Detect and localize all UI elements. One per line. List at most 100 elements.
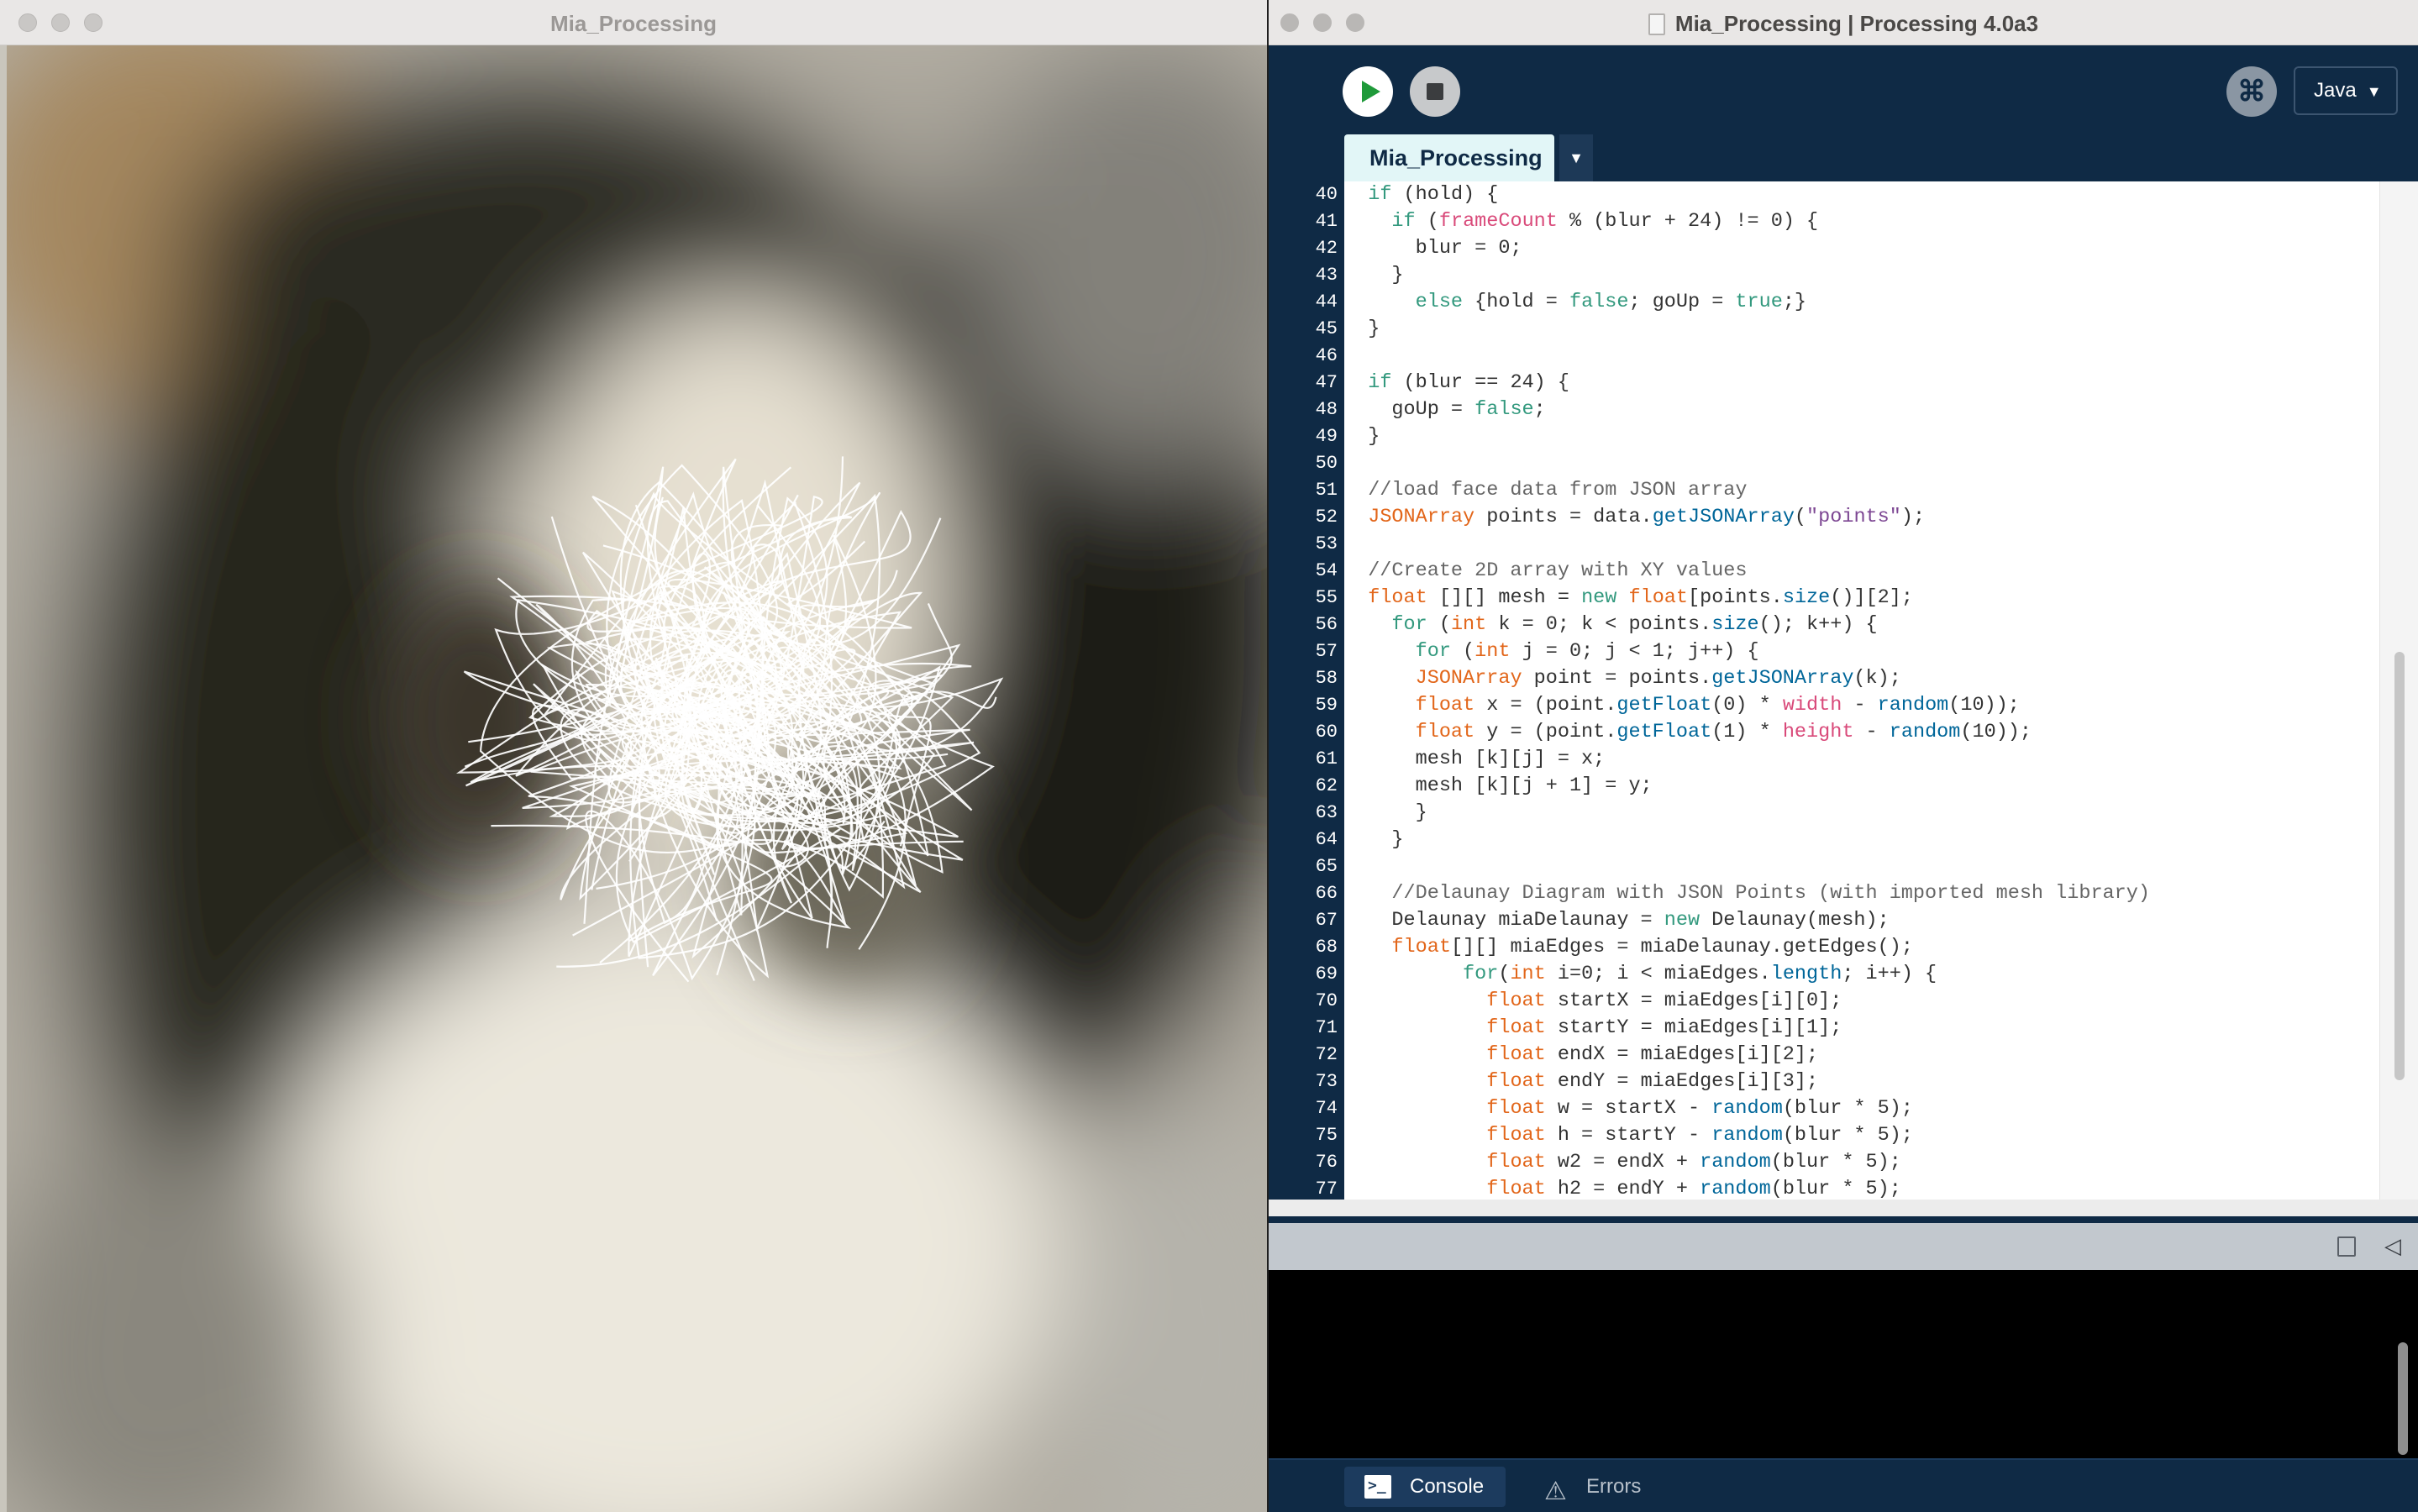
code-line[interactable]: float endX = miaEdges[i][2]; [1344, 1042, 2379, 1068]
code-token: w = startX - [1545, 1097, 1712, 1120]
line-number: 58 [1315, 668, 1338, 689]
tab-errors[interactable]: ⚠ Errors [1519, 1467, 1662, 1507]
code-token: % (blur + 24) != 0) { [1557, 210, 1819, 233]
line-number: 62 [1315, 775, 1338, 796]
run-button[interactable] [1343, 66, 1393, 117]
code-token: length [1770, 963, 1842, 985]
code-line[interactable] [1344, 343, 2379, 370]
code-area[interactable]: if (hold) { if (frameCount % (blur + 24)… [1344, 181, 2379, 1200]
code-token: (blur * 5); [1782, 1097, 1913, 1120]
code-line[interactable]: for (int k = 0; k < points.size(); k++) … [1344, 612, 2379, 638]
code-token: float [1486, 990, 1546, 1012]
code-line[interactable] [1344, 450, 2379, 477]
code-line[interactable]: //Create 2D array with XY values [1344, 558, 2379, 585]
editor-scroll-thumb[interactable] [2394, 652, 2405, 1080]
code-line[interactable]: mesh [k][j] = x; [1344, 746, 2379, 773]
editor-horizontal-scrollbar[interactable] [1269, 1200, 2418, 1216]
code-line[interactable]: float endY = miaEdges[i][3]; [1344, 1068, 2379, 1095]
code-line[interactable]: else {hold = false; goUp = true;} [1344, 289, 2379, 316]
sketch-output [7, 45, 1267, 1512]
code-line[interactable]: float h = startY - random(blur * 5); [1344, 1122, 2379, 1149]
code-line[interactable]: //Delaunay Diagram with JSON Points (wit… [1344, 880, 2379, 907]
code-line[interactable]: JSONArray point = points.getJSONArray(k)… [1344, 665, 2379, 692]
code-line[interactable]: float y = (point.getFloat(1) * height - … [1344, 719, 2379, 746]
code-line[interactable]: for (int j = 0; j < 1; j++) { [1344, 638, 2379, 665]
code-token: (blur * 5); [1770, 1178, 1901, 1200]
code-line[interactable]: float x = (point.getFloat(0) * width - r… [1344, 692, 2379, 719]
code-token: float [1486, 1070, 1546, 1093]
code-line[interactable]: float startX = miaEdges[i][0]; [1344, 988, 2379, 1015]
code-line[interactable]: } [1344, 827, 2379, 853]
code-line[interactable]: mesh [k][j + 1] = y; [1344, 773, 2379, 800]
code-line[interactable]: Delaunay miaDelaunay = new Delaunay(mesh… [1344, 907, 2379, 934]
code-token: (k); [1853, 667, 1901, 690]
code-line[interactable]: //load face data from JSON array [1344, 477, 2379, 504]
tab-menu-button[interactable]: ▼ [1559, 134, 1593, 181]
sketch-window-title: Mia_Processing [550, 11, 717, 36]
code-token: mesh [k][j] = x; [1344, 748, 1606, 770]
code-line[interactable]: if (frameCount % (blur + 24) != 0) { [1344, 208, 2379, 235]
copy-icon[interactable] [2337, 1236, 2356, 1257]
code-line[interactable]: float w2 = endX + random(blur * 5); [1344, 1149, 2379, 1176]
mode-selector[interactable]: Java ▼ [2294, 66, 2398, 115]
code-line[interactable]: } [1344, 800, 2379, 827]
code-line[interactable]: } [1344, 423, 2379, 450]
code-token: ()][2]; [1830, 586, 1913, 609]
line-number: 74 [1315, 1098, 1338, 1119]
code-token: getJSONArray [1652, 506, 1795, 528]
console-scrollbar[interactable] [2398, 1342, 2408, 1455]
line-number: 49 [1315, 426, 1338, 447]
sketch-canvas[interactable] [7, 45, 1267, 1512]
code-line[interactable] [1344, 853, 2379, 880]
line-number: 69 [1315, 963, 1338, 984]
tab-mia-processing[interactable]: Mia_Processing [1344, 134, 1554, 181]
code-token: size [1711, 613, 1759, 636]
console-output[interactable] [1269, 1270, 2418, 1458]
code-token: ; [1533, 398, 1546, 421]
code-line[interactable]: } [1344, 262, 2379, 289]
chevron-down-icon: ▼ [2366, 83, 2382, 100]
code-token: i=0; i < miaEdges. [1545, 963, 1771, 985]
tab-console[interactable]: Console [1344, 1466, 1506, 1507]
code-token: getJSONArray [1711, 667, 1854, 690]
line-number: 77 [1315, 1179, 1338, 1200]
code-token: (); k++) { [1758, 613, 1878, 636]
code-token: ;} [1782, 291, 1807, 313]
code-line[interactable]: } [1344, 316, 2379, 343]
line-number: 40 [1315, 184, 1338, 205]
line-number: 65 [1315, 856, 1338, 877]
code-token: getFloat [1616, 694, 1712, 717]
code-token: "points" [1806, 506, 1901, 528]
code-line[interactable]: if (hold) { [1344, 181, 2379, 208]
code-line[interactable]: for(int i=0; i < miaEdges.length; i++) { [1344, 961, 2379, 988]
code-token: (blur * 5); [1782, 1124, 1913, 1147]
code-editor[interactable]: 40 41 42 43 44 45 46 47 48 49 50 51 52 53 54 55 56 57 58 59… [1269, 181, 2418, 1200]
code-token: (1) * [1711, 721, 1783, 743]
code-line[interactable]: goUp = false; [1344, 396, 2379, 423]
line-number: 47 [1315, 372, 1338, 393]
code-line[interactable]: if (blur == 24) { [1344, 370, 2379, 396]
code-token: k = 0; k < points. [1486, 613, 1712, 636]
warning-icon: ⚠ [1544, 1478, 1567, 1505]
code-line[interactable]: float w = startX - random(blur * 5); [1344, 1095, 2379, 1122]
line-number: 46 [1315, 345, 1338, 366]
collapse-icon[interactable]: ◁ [2384, 1233, 2401, 1259]
processing-ide-window: Mia_Processing | Processing 4.0a3 ⌘ Java… [1269, 0, 2418, 1512]
code-line[interactable]: JSONArray points = data.getJSONArray("po… [1344, 504, 2379, 531]
code-token: float [1486, 1016, 1546, 1039]
debugger-button[interactable]: ⌘ [2226, 66, 2277, 117]
code-token: ); [1900, 506, 1926, 528]
code-token: startX = miaEdges[i][0]; [1545, 990, 1842, 1012]
code-line[interactable]: blur = 0; [1344, 235, 2379, 262]
code-line[interactable]: float h2 = endY + random(blur * 5); [1344, 1176, 2379, 1200]
stop-button[interactable] [1410, 66, 1460, 117]
code-line[interactable]: float startY = miaEdges[i][1]; [1344, 1015, 2379, 1042]
code-line[interactable]: float[][] miaEdges = miaDelaunay.getEdge… [1344, 934, 2379, 961]
code-line[interactable] [1344, 531, 2379, 558]
code-line[interactable]: float [][] mesh = new float[points.size(… [1344, 585, 2379, 612]
